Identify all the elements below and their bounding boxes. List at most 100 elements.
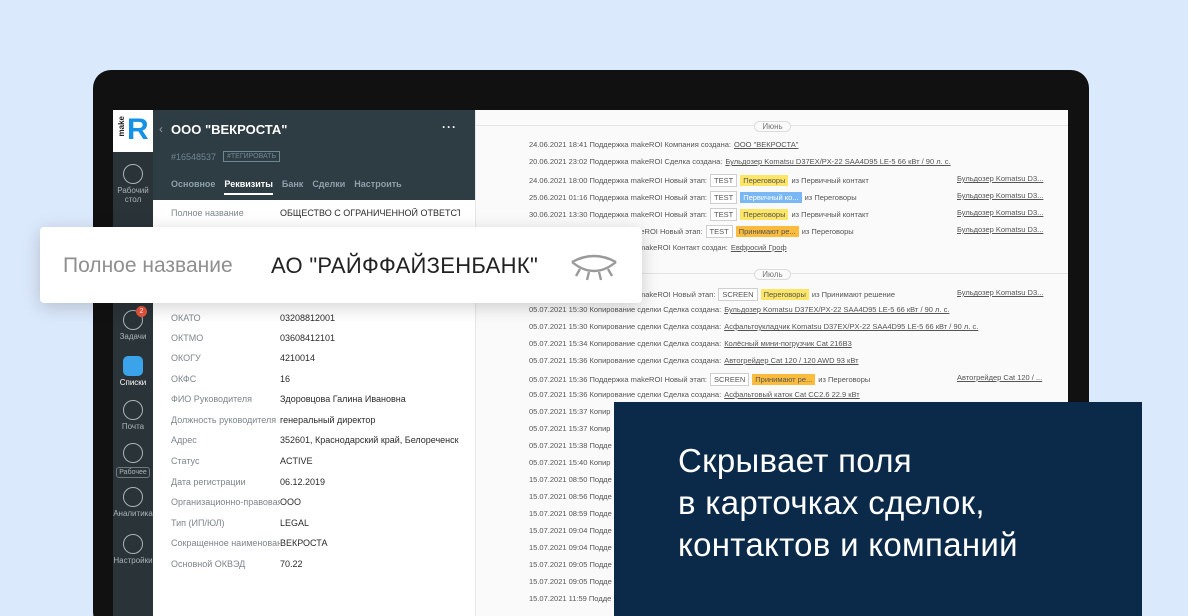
requisite-row[interactable]: ФИО Руководителя Здоровцова Галина Иванов… <box>171 394 460 404</box>
nav-item-dashboard[interactable]: Рабочий стол <box>113 164 153 204</box>
event-link[interactable]: Бульдозер Komatsu D37EX/PX-22 SAA4D95 LE… <box>724 305 949 314</box>
feed-event: makeROI Новый этап: SCREEN Переговоры из Пр… <box>639 288 895 301</box>
more-options-icon[interactable]: ··· <box>442 120 457 134</box>
feed-event: 15.07.2021 09:04 Подде <box>529 543 612 552</box>
event-text: 05.07.2021 15:30 Копирование сделки Сдел… <box>529 322 722 331</box>
event-text: 05.07.2021 15:36 Копирование сделки Сдел… <box>529 356 722 365</box>
feed-event: 05.07.2021 15:38 Подде <box>529 441 612 450</box>
back-arrow-icon[interactable]: ‹ <box>159 122 163 136</box>
requisite-value: ООО <box>280 497 302 507</box>
requisite-value: ОБЩЕСТВО С ОГРАНИЧЕННОЙ ОТВЕТСТВЕ <box>280 208 460 218</box>
event-link[interactable]: Бульдозер Komatsu D37EX/PX-22 SAA4D95 LE… <box>725 157 950 166</box>
nav-item-mail[interactable]: Почта <box>113 400 153 431</box>
event-text: 05.07.2021 15:34 Копирование сделки Сдел… <box>529 339 722 348</box>
event-code-badge: SCREEN <box>718 288 758 301</box>
requisite-row[interactable]: ОКАТО 03208812001 <box>171 313 460 323</box>
requisite-value: LEGAL <box>280 518 310 528</box>
tab-bank[interactable]: Банк <box>282 179 303 195</box>
promo-line: Скрывает поля <box>678 442 912 479</box>
nav-item-settings[interactable]: Настройки <box>113 534 153 565</box>
nav-item-lists[interactable]: Списки <box>113 356 153 387</box>
tab-configure[interactable]: Настроить <box>354 179 401 195</box>
event-code-badge: TEST <box>710 174 738 187</box>
mail-icon <box>123 400 143 420</box>
event-link[interactable]: Асфальтоукладчик Komatsu D37EX/PX-22 SAA… <box>724 322 978 331</box>
event-deal-link[interactable]: Автогрейдер Cat 120 / ... <box>957 373 1053 382</box>
requisite-value: генеральный директор <box>280 415 376 425</box>
requisite-value: Здоровцова Галина Ивановна <box>280 394 406 404</box>
event-from-stage: из Переговоры <box>818 375 871 384</box>
event-text: 05.07.2021 15:36 Копирование сделки Сдел… <box>529 390 722 399</box>
event-deal-link[interactable]: Бульдозер Komatsu D3... <box>957 225 1053 234</box>
card-id: #16548537 <box>171 152 217 162</box>
closed-eye-icon[interactable] <box>568 250 620 284</box>
requisite-row[interactable]: Организационно-правовая ООО <box>171 497 460 507</box>
event-code-badge: TEST <box>710 208 738 221</box>
requisite-row[interactable]: Статус ACTIVE <box>171 456 460 466</box>
feed-event: 05.07.2021 15:30 Копирование сделки Сдел… <box>529 305 949 314</box>
requisite-row[interactable]: Полное название ОБЩЕСТВО С ОГРАНИЧЕННОЙ О… <box>171 208 460 218</box>
nav-item-workspace[interactable]: Рабочее <box>113 443 153 478</box>
event-from-stage: из Первичный контакт <box>791 176 869 185</box>
requisite-row[interactable]: Адрес 352601, Краснодарский край, Белореч… <box>171 435 460 445</box>
nav-label: Аналитика <box>113 509 153 518</box>
nav-item-tasks[interactable]: 2 Задачи <box>113 306 153 341</box>
event-link[interactable]: ООО "ВЕКРОСТА" <box>734 140 798 149</box>
event-deal-link[interactable]: Бульдозер Komatsu D3... <box>957 288 1053 297</box>
requisite-value: 03208812001 <box>280 313 336 323</box>
event-link[interactable]: Автогрейдер Cat 120 / 120 AWD 93 кВт <box>724 356 858 365</box>
requisite-row[interactable]: Должность руководителя генеральный директ… <box>171 415 460 425</box>
requisite-row[interactable]: Основной ОКВЭД 70.22 <box>171 559 460 569</box>
requisite-value: 70.22 <box>280 559 303 569</box>
card-title: ООО "ВЕКРОСТА" <box>171 122 288 137</box>
overlay-field-label: Полное название <box>63 254 233 277</box>
event-link[interactable]: Асфальтовый каток Cat CC2.6 22.9 кВт <box>724 390 860 399</box>
event-text: 05.07.2021 15:40 Копир <box>529 458 611 467</box>
logo-letter: R <box>127 113 149 146</box>
event-text: 05.07.2021 15:38 Подде <box>529 441 612 450</box>
requisite-label: Основной ОКВЭД <box>171 559 246 569</box>
requisite-row[interactable]: ОКОГУ 4210014 <box>171 353 460 363</box>
overlay-field-value: АО "РАЙФФАЙЗЕНБАНК" <box>271 253 539 278</box>
event-link[interactable]: Евфросий Гроф <box>731 243 787 252</box>
event-from-stage: из Первичный контакт <box>791 210 869 219</box>
requisite-row[interactable]: ОКТМО 03608412101 <box>171 333 460 343</box>
requisite-label: Статус <box>171 456 200 466</box>
requisite-value: 06.12.2019 <box>280 477 326 487</box>
requisite-label: Полное название <box>171 208 244 218</box>
event-text: 20.06.2021 23:02 Поддержка makeROI Сделк… <box>529 157 723 166</box>
requisite-label: Организационно-правовая <box>171 497 280 507</box>
requisite-value: 16 <box>280 374 291 384</box>
tab-deals[interactable]: Сделки <box>312 179 345 195</box>
tab-main[interactable]: Основное <box>171 179 215 195</box>
app-logo[interactable]: make R <box>113 110 153 152</box>
event-deal-link[interactable]: Бульдозер Komatsu D3... <box>957 174 1053 183</box>
event-text: 24.06.2021 18:00 Поддержка makeROI Новый… <box>529 176 708 185</box>
tab-requisites[interactable]: Реквизиты <box>224 179 273 195</box>
nav-label: Почта <box>121 422 145 431</box>
event-deal-link[interactable]: Бульдозер Komatsu D3... <box>957 208 1053 217</box>
analytics-icon <box>123 487 143 507</box>
event-text: 24.06.2021 18:41 Поддержка makeROI Компа… <box>529 140 731 149</box>
logo-text: make <box>117 116 126 137</box>
nav-item-analytics[interactable]: Аналитика <box>113 487 153 518</box>
requisite-row[interactable]: Тип (ИП/ЮЛ) LEGAL <box>171 518 460 528</box>
requisite-label: Тип (ИП/ЮЛ) <box>171 518 225 528</box>
requisite-label: Должность руководителя <box>171 415 277 425</box>
event-text: 15.07.2021 09:05 Подде <box>529 560 612 569</box>
nav-label: Списки <box>119 378 147 387</box>
feed-event: makeROI Контакт создан: Евфросий Гроф <box>639 243 787 252</box>
event-deal-link[interactable]: Бульдозер Komatsu D3... <box>957 191 1053 200</box>
requisite-label: ОКАТО <box>171 313 201 323</box>
event-text: 15.07.2021 09:04 Подде <box>529 526 612 535</box>
requisite-label: Сокращенное наименование <box>171 538 280 548</box>
requisite-row[interactable]: Сокращенное наименование ВЕКРОСТА <box>171 538 460 548</box>
requisite-value: 03608412101 <box>280 333 336 343</box>
stage-badge: Принимают ре... <box>752 374 816 385</box>
requisite-row[interactable]: ОКФС 16 <box>171 374 460 384</box>
tag-button[interactable]: #ТЕГИРОВАТЬ <box>223 151 281 162</box>
requisite-row[interactable]: Дата регистрации 06.12.2019 <box>171 477 460 487</box>
event-link[interactable]: Колёсный мини-погрузчик Cat 216B3 <box>724 339 852 348</box>
feed-event: 05.07.2021 15:37 Копир <box>529 424 610 433</box>
feed-event: 05.07.2021 15:34 Копирование сделки Сдел… <box>529 339 852 348</box>
